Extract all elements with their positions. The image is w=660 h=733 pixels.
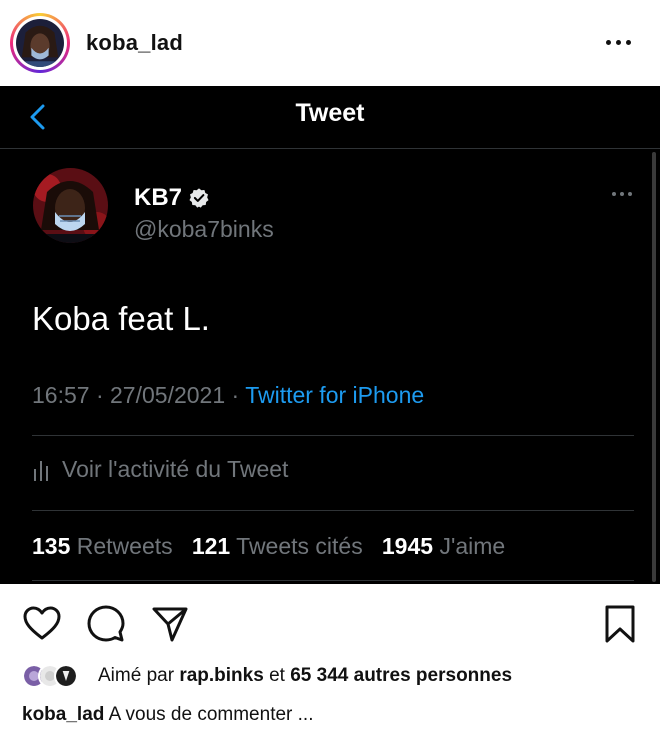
tweet-meta: 16:57 · 27/05/2021 · Twitter for iPhone bbox=[32, 382, 424, 409]
likes-prefix: Aimé par bbox=[98, 665, 175, 686]
post-header: koba_lad bbox=[0, 0, 660, 86]
heart-icon[interactable] bbox=[22, 604, 62, 644]
display-name-text: KB7 bbox=[134, 184, 183, 211]
likes-conjunction: et bbox=[269, 665, 285, 686]
share-icon[interactable] bbox=[150, 604, 190, 644]
divider bbox=[32, 435, 634, 436]
tweet-screenshot: Tweet KB7 @koba7binks Koba feat L. 16:57… bbox=[0, 86, 660, 584]
tweet-handle: @koba7binks bbox=[134, 216, 274, 242]
liker-avatars bbox=[22, 664, 98, 688]
more-icon[interactable] bbox=[598, 30, 638, 54]
meta-separator: · bbox=[231, 382, 240, 408]
tweet-activity: Voir l'activité du Tweet bbox=[32, 456, 288, 483]
post-action-bar bbox=[0, 584, 660, 664]
tweet-source-link: Twitter for iPhone bbox=[245, 382, 425, 408]
verified-badge-icon bbox=[189, 188, 209, 208]
tweet-avatar bbox=[33, 168, 108, 243]
scrollbar bbox=[652, 152, 656, 582]
divider bbox=[32, 580, 634, 581]
meta-separator: · bbox=[95, 382, 104, 408]
bookmark-icon[interactable] bbox=[600, 604, 640, 644]
activity-chart-icon bbox=[34, 460, 48, 481]
caption-username[interactable]: koba_lad bbox=[22, 704, 104, 725]
post-caption: koba_lad A vous de commenter ... bbox=[22, 704, 313, 726]
tweet-nav-title: Tweet bbox=[295, 99, 365, 127]
avatar-image bbox=[16, 19, 64, 67]
tweet-text: Koba feat L. bbox=[32, 300, 210, 337]
tweet-date: 27/05/2021 bbox=[110, 382, 226, 408]
tweet-display-name: KB7 bbox=[134, 184, 210, 212]
tweet-nav-bar: Tweet bbox=[0, 86, 660, 149]
comment-icon[interactable] bbox=[86, 604, 126, 644]
likes-row: Aimé par rap.binks et 65 344 autres pers… bbox=[22, 664, 512, 688]
post-username[interactable]: koba_lad bbox=[86, 30, 183, 56]
likes-count: 1945 bbox=[381, 533, 434, 559]
liked-by-username[interactable]: rap.binks bbox=[179, 665, 263, 687]
quotes-label: Tweets cités bbox=[236, 533, 363, 559]
retweets-label: Retweets bbox=[76, 533, 173, 559]
instagram-post: koba_lad Tweet KB7 @koba7binks Koba feat… bbox=[0, 0, 660, 733]
tweet-more-icon[interactable] bbox=[612, 192, 632, 196]
tweet-time: 16:57 bbox=[32, 382, 90, 408]
activity-label: Voir l'activité du Tweet bbox=[62, 456, 289, 482]
profile-avatar[interactable] bbox=[10, 13, 70, 73]
liker-avatar bbox=[54, 664, 78, 688]
others-count[interactable]: 65 344 bbox=[290, 665, 348, 687]
retweets-count: 135 bbox=[32, 533, 71, 559]
quotes-count: 121 bbox=[191, 533, 231, 559]
others-label[interactable]: autres personnes bbox=[354, 665, 512, 687]
likes-label: J'aime bbox=[439, 533, 506, 559]
tweet-stats: 135 Retweets 121 Tweets cités 1945 J'aim… bbox=[32, 533, 505, 560]
divider bbox=[32, 510, 634, 511]
caption-text: A vous de commenter ... bbox=[108, 704, 314, 725]
